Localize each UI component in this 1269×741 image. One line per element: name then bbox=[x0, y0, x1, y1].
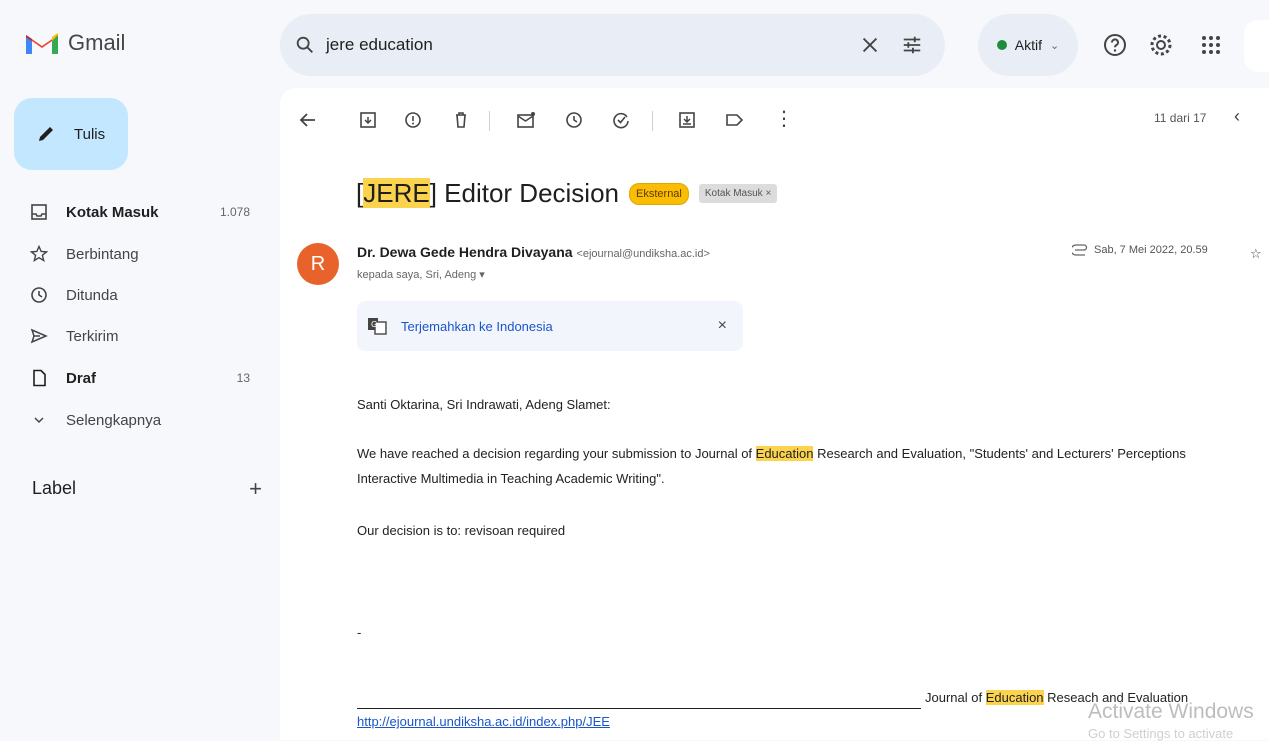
add-task-icon[interactable] bbox=[609, 108, 633, 132]
sender-email: <ejournal@undiksha.ac.id> bbox=[576, 248, 710, 260]
toolbar-divider bbox=[489, 111, 490, 131]
inbox-icon bbox=[31, 204, 47, 220]
report-spam-icon[interactable] bbox=[401, 108, 425, 132]
newer-message-icon[interactable]: ‹ bbox=[1234, 106, 1240, 127]
label-tag-icon[interactable] bbox=[722, 108, 746, 132]
body-dash: - bbox=[357, 625, 362, 640]
message-counter: 11 dari 17 bbox=[1154, 111, 1207, 125]
account-button-edge[interactable] bbox=[1244, 20, 1269, 72]
send-icon bbox=[30, 328, 48, 344]
search-highlight: Education bbox=[755, 446, 814, 461]
sidebar-item-label: Kotak Masuk bbox=[66, 203, 159, 221]
search-input[interactable]: jere education bbox=[326, 35, 859, 55]
sidebar-item-drafts[interactable]: Draf 13 bbox=[14, 358, 264, 398]
more-options-icon[interactable]: ⋮ bbox=[774, 106, 794, 131]
pencil-icon bbox=[39, 127, 53, 141]
svg-text:G: G bbox=[371, 320, 377, 329]
delete-trash-icon[interactable] bbox=[449, 108, 473, 132]
settings-gear-icon[interactable] bbox=[1148, 32, 1174, 58]
gmail-logo[interactable]: Gmail bbox=[24, 30, 125, 56]
translate-bar: G Terjemahkan ke Indonesia × bbox=[357, 301, 743, 351]
unread-count: 1.078 bbox=[219, 205, 250, 219]
mark-unread-icon[interactable] bbox=[514, 108, 538, 132]
status-selector[interactable]: Aktif ⌄ bbox=[978, 14, 1078, 76]
chevron-down-icon bbox=[34, 417, 44, 424]
search-options-icon[interactable] bbox=[901, 34, 923, 56]
recipients-dropdown[interactable]: kepada saya, Sri, Adeng ▾ bbox=[357, 268, 485, 281]
clear-search-icon[interactable] bbox=[859, 34, 881, 56]
sender-name[interactable]: Dr. Dewa Gede Hendra Divayana bbox=[357, 244, 573, 260]
sidebar-item-label: Draf bbox=[66, 369, 97, 387]
compose-button[interactable]: Tulis bbox=[14, 98, 128, 170]
toolbar-divider bbox=[652, 111, 653, 131]
translate-link[interactable]: Terjemahkan ke Indonesia bbox=[401, 319, 718, 334]
gmail-m-icon bbox=[26, 33, 58, 54]
journal-link[interactable]: http://ejournal.undiksha.ac.id/index.php… bbox=[357, 714, 610, 729]
archive-icon[interactable] bbox=[356, 108, 380, 132]
email-date-text: Sab, 7 Mei 2022, 20.59 bbox=[1094, 244, 1208, 256]
body-decision: Our decision is to: revisoan required bbox=[357, 523, 566, 538]
compose-label: Tulis bbox=[74, 125, 106, 143]
email-subject-row: [JERE] Editor Decision Eksternal Kotak M… bbox=[356, 178, 778, 209]
sidebar-item-more[interactable]: Selengkapnya bbox=[14, 400, 264, 440]
draft-count: 13 bbox=[236, 371, 250, 385]
body-paragraph-line2: Interactive Multimedia in Teaching Acade… bbox=[357, 471, 665, 486]
help-icon[interactable] bbox=[1102, 32, 1128, 58]
status-label: Aktif bbox=[1014, 37, 1042, 53]
search-highlight: JERE bbox=[363, 178, 430, 208]
inbox-label-chip[interactable]: Kotak Masuk × bbox=[698, 184, 778, 203]
move-to-icon[interactable] bbox=[675, 108, 699, 132]
signature-divider bbox=[357, 708, 921, 709]
sidebar-item-label: Ditunda bbox=[66, 286, 118, 304]
clock-icon bbox=[31, 287, 47, 303]
body-paragraph-line1: We have reached a decision regarding you… bbox=[357, 446, 1186, 461]
apps-grid-icon[interactable] bbox=[1198, 32, 1224, 58]
body-greeting: Santi Oktarina, Sri Indrawati, Adeng Sla… bbox=[357, 397, 611, 412]
draft-file-icon bbox=[33, 369, 46, 387]
windows-watermark-title: Activate Windows bbox=[1088, 700, 1254, 723]
sidebar-item-label: Selengkapnya bbox=[66, 411, 162, 429]
search-icon[interactable] bbox=[294, 34, 316, 56]
chevron-down-icon: ⌄ bbox=[1050, 39, 1060, 52]
sidebar-item-starred[interactable]: Berbintang bbox=[14, 234, 264, 274]
search-highlight: Education bbox=[985, 690, 1044, 705]
status-dot bbox=[996, 40, 1007, 50]
sidebar-item-snoozed[interactable]: Ditunda bbox=[14, 275, 264, 315]
snooze-clock-icon[interactable] bbox=[562, 108, 586, 132]
star-icon[interactable]: ☆ bbox=[1250, 246, 1262, 262]
sender-avatar[interactable]: R bbox=[297, 243, 339, 285]
sidebar-item-label: Terkirim bbox=[66, 327, 119, 345]
windows-watermark-subtitle: Go to Settings to activate bbox=[1088, 726, 1234, 741]
labels-header: Label + bbox=[32, 476, 262, 502]
email-subject: [JERE] Editor Decision bbox=[356, 178, 620, 208]
app-name: Gmail bbox=[68, 30, 126, 55]
sidebar-item-inbox[interactable]: Kotak Masuk 1.078 bbox=[14, 192, 264, 232]
add-label-button[interactable]: + bbox=[249, 476, 262, 502]
close-icon[interactable]: × bbox=[718, 317, 727, 335]
translate-icon: G bbox=[368, 318, 387, 335]
attachment-icon bbox=[1072, 244, 1088, 256]
search-bar[interactable]: jere education bbox=[280, 14, 945, 76]
external-badge: Eksternal bbox=[629, 182, 689, 205]
sidebar-item-label: Berbintang bbox=[66, 245, 139, 263]
star-icon bbox=[30, 245, 48, 262]
labels-title: Label bbox=[32, 478, 77, 498]
sender-info: Dr. Dewa Gede Hendra Divayana <ejournal@… bbox=[357, 244, 710, 260]
sidebar-item-sent[interactable]: Terkirim bbox=[14, 316, 264, 356]
back-arrow-icon[interactable] bbox=[296, 108, 320, 132]
email-date: Sab, 7 Mei 2022, 20.59 bbox=[1072, 244, 1208, 256]
